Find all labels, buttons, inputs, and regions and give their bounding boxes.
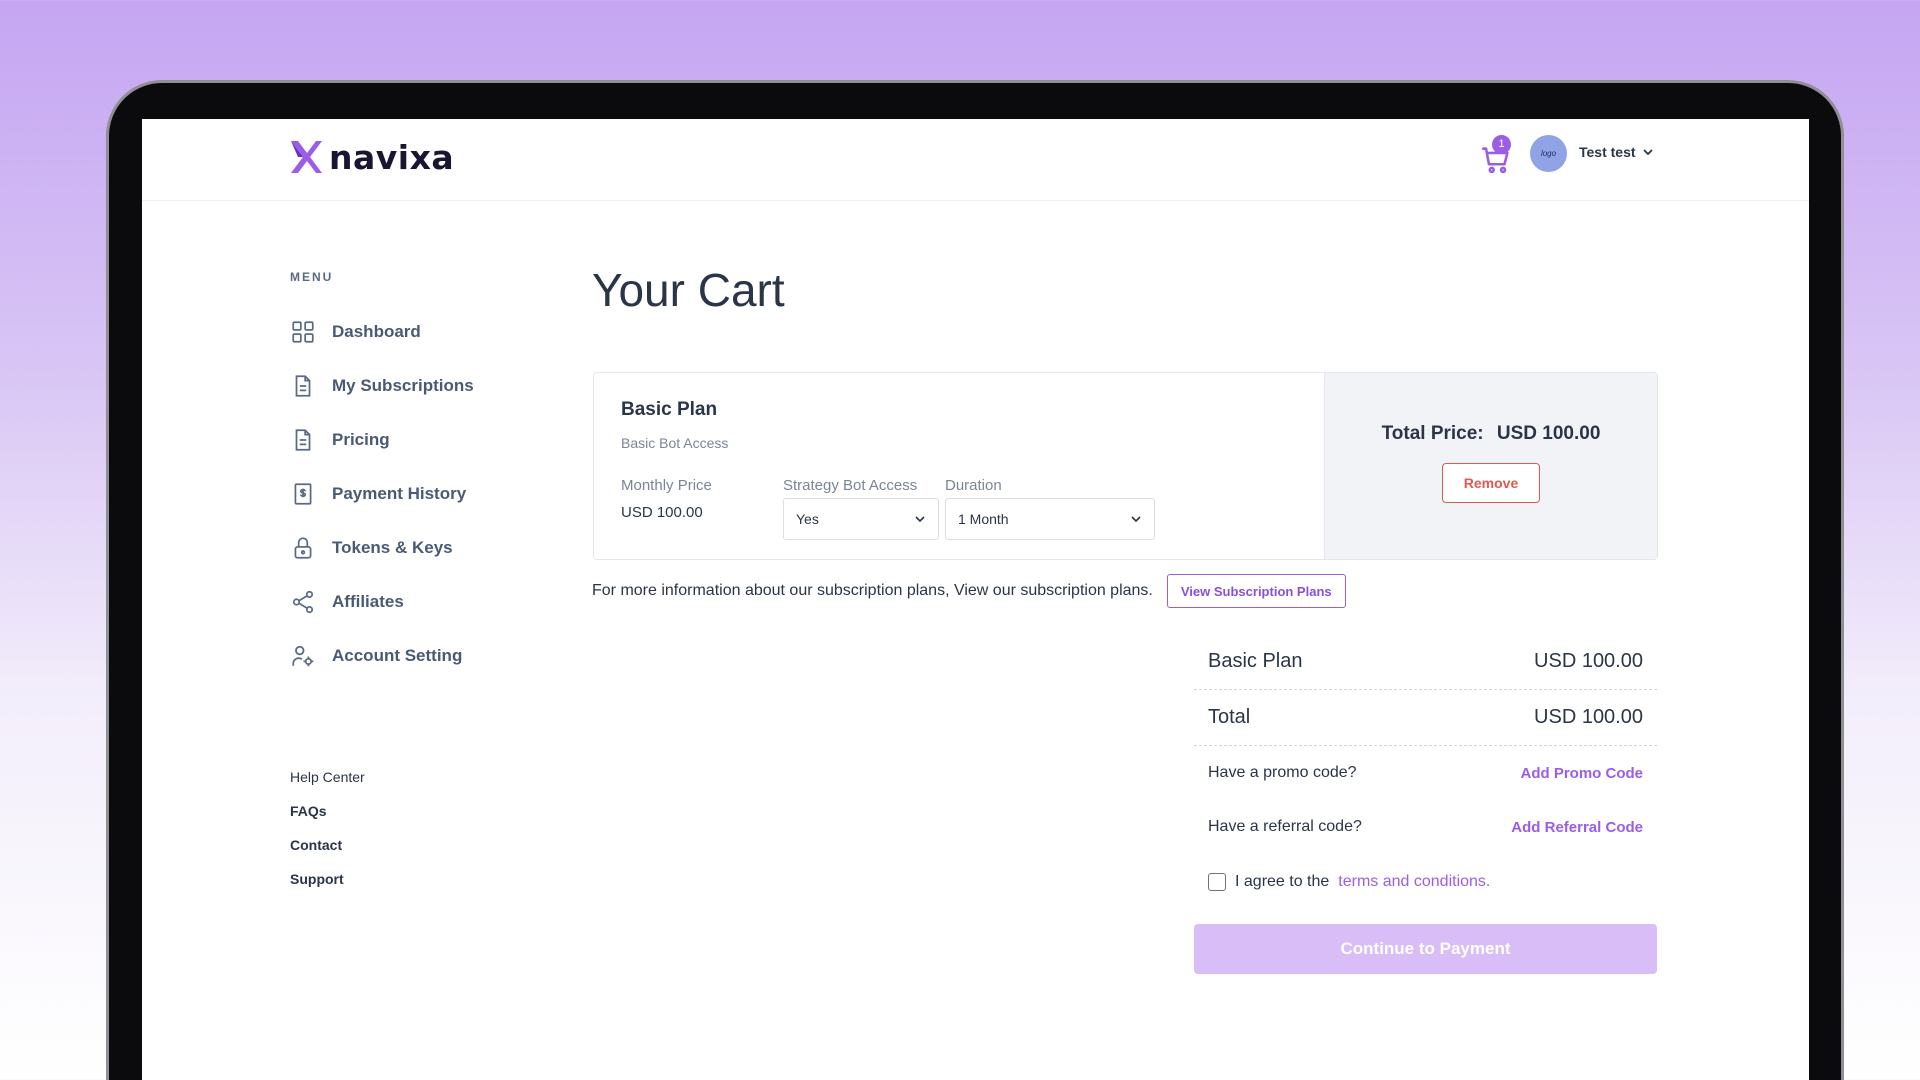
summary-plan-label: Basic Plan <box>1208 650 1303 672</box>
terms-checkbox[interactable] <box>1208 873 1226 891</box>
duration-field: Duration 1 Month <box>945 477 1155 540</box>
grid-icon <box>292 321 314 343</box>
user-name: Test test <box>1579 144 1636 160</box>
subscription-info-row: For more information about our subscript… <box>592 574 1346 608</box>
chevron-down-icon <box>1131 516 1141 523</box>
document-icon <box>295 429 311 451</box>
remove-button[interactable]: Remove <box>1442 463 1540 503</box>
sidebar-item-label: Tokens & Keys <box>332 538 453 557</box>
share-icon <box>292 590 314 614</box>
cart-item-total-panel: Total Price: USD 100.00 Remove <box>1324 373 1657 559</box>
referral-code-row: Have a referral code? Add Referral Code <box>1194 800 1657 854</box>
cart-item-card: Basic Plan Basic Bot Access Monthly Pric… <box>593 372 1658 560</box>
sidebar-item-label: Pricing <box>332 430 390 449</box>
duration-select[interactable]: 1 Month <box>945 498 1155 540</box>
summary-total-label: Total <box>1208 706 1251 728</box>
duration-value: 1 Month <box>958 511 1009 527</box>
continue-to-payment-button[interactable]: Continue to Payment <box>1194 924 1657 974</box>
duration-label: Duration <box>945 477 1002 494</box>
logo-wordmark: navixa <box>329 137 455 177</box>
monthly-price-field: Monthly Price USD 100.00 <box>621 477 783 540</box>
cart-count-badge: 1 <box>1492 135 1511 154</box>
faqs-link[interactable]: FAQs <box>290 803 365 837</box>
sidebar-item-label: Affiliates <box>332 592 404 611</box>
top-bar: navixa 1 logo Test test <box>142 119 1809 201</box>
order-summary: Basic Plan USD 100.00 Total USD 100.00 H… <box>1194 634 1657 974</box>
add-referral-code-link[interactable]: Add Referral Code <box>1511 819 1643 836</box>
user-menu[interactable]: Test test <box>1579 144 1654 160</box>
sidebar-nav: Dashboard My Subscriptions Pricing Payme… <box>290 305 474 683</box>
contact-link[interactable]: Contact <box>290 837 365 871</box>
sidebar-item-my-subscriptions[interactable]: My Subscriptions <box>290 359 474 413</box>
menu-heading: MENU <box>290 270 334 284</box>
strategy-bot-access-label: Strategy Bot Access <box>783 477 918 494</box>
monthly-price-label: Monthly Price <box>621 477 712 494</box>
document-icon <box>295 375 311 397</box>
strategy-bot-access-value: Yes <box>796 511 819 527</box>
agree-text: I agree to the <box>1235 873 1330 890</box>
sidebar-footer-links: Help Center FAQs Contact Support <box>290 769 365 905</box>
sidebar-item-tokens-keys[interactable]: Tokens & Keys <box>290 521 474 575</box>
sidebar-item-label: Account Setting <box>332 646 463 665</box>
sidebar-item-label: Dashboard <box>332 322 421 341</box>
support-link[interactable]: Support <box>290 871 365 905</box>
chevron-down-icon <box>1642 149 1653 156</box>
total-price-value: USD 100.00 <box>1496 423 1601 444</box>
total-price-label: Total Price: <box>1381 423 1484 444</box>
plan-fields: Monthly Price USD 100.00 Strategy Bot Ac… <box>621 477 1297 540</box>
chevron-down-icon <box>915 516 925 523</box>
terms-link[interactable]: terms and conditions. <box>1338 873 1490 891</box>
sidebar-item-label: My Subscriptions <box>332 376 474 395</box>
add-promo-code-link[interactable]: Add Promo Code <box>1521 765 1644 782</box>
sidebar-item-label: Payment History <box>332 484 467 503</box>
monthly-price-value: USD 100.00 <box>621 504 703 521</box>
app-screen: navixa 1 logo Test test MENU Dashboard M… <box>142 119 1809 1080</box>
lock-icon <box>294 537 312 559</box>
sidebar-item-account-setting[interactable]: Account Setting <box>290 629 474 683</box>
summary-total-value: USD 100.00 <box>1534 706 1643 728</box>
summary-plan-value: USD 100.00 <box>1534 650 1643 672</box>
sidebar-item-affiliates[interactable]: Affiliates <box>290 575 474 629</box>
sidebar-item-pricing[interactable]: Pricing <box>290 413 474 467</box>
user-settings-icon <box>292 645 314 667</box>
strategy-bot-access-select[interactable]: Yes <box>783 498 939 540</box>
help-center-link[interactable]: Help Center <box>290 769 365 803</box>
referral-code-question: Have a referral code? <box>1208 818 1362 835</box>
page-title: Your Cart <box>592 264 785 316</box>
promo-code-question: Have a promo code? <box>1208 764 1357 781</box>
promo-code-row: Have a promo code? Add Promo Code <box>1194 746 1657 800</box>
total-price: Total Price: USD 100.00 <box>1382 423 1601 445</box>
sidebar-item-dashboard[interactable]: Dashboard <box>290 305 474 359</box>
cart-item-details: Basic Plan Basic Bot Access Monthly Pric… <box>594 373 1324 559</box>
sidebar-item-payment-history[interactable]: Payment History <box>290 467 474 521</box>
plan-description: Basic Bot Access <box>621 435 729 451</box>
avatar[interactable]: logo <box>1530 135 1567 172</box>
terms-agreement: I agree to the terms and conditions. <box>1194 867 1657 897</box>
logo[interactable]: navixa <box>289 137 454 177</box>
navixa-logo-icon <box>291 141 322 173</box>
view-subscription-plans-button[interactable]: View Subscription Plans <box>1166 574 1346 608</box>
summary-plan-row: Basic Plan USD 100.00 <box>1194 634 1657 690</box>
subscription-info-text: For more information about our subscript… <box>592 582 1153 599</box>
receipt-icon <box>294 483 312 505</box>
strategy-bot-access-field: Strategy Bot Access Yes <box>783 477 945 540</box>
plan-name: Basic Plan <box>621 399 718 420</box>
summary-total-row: Total USD 100.00 <box>1194 690 1657 746</box>
